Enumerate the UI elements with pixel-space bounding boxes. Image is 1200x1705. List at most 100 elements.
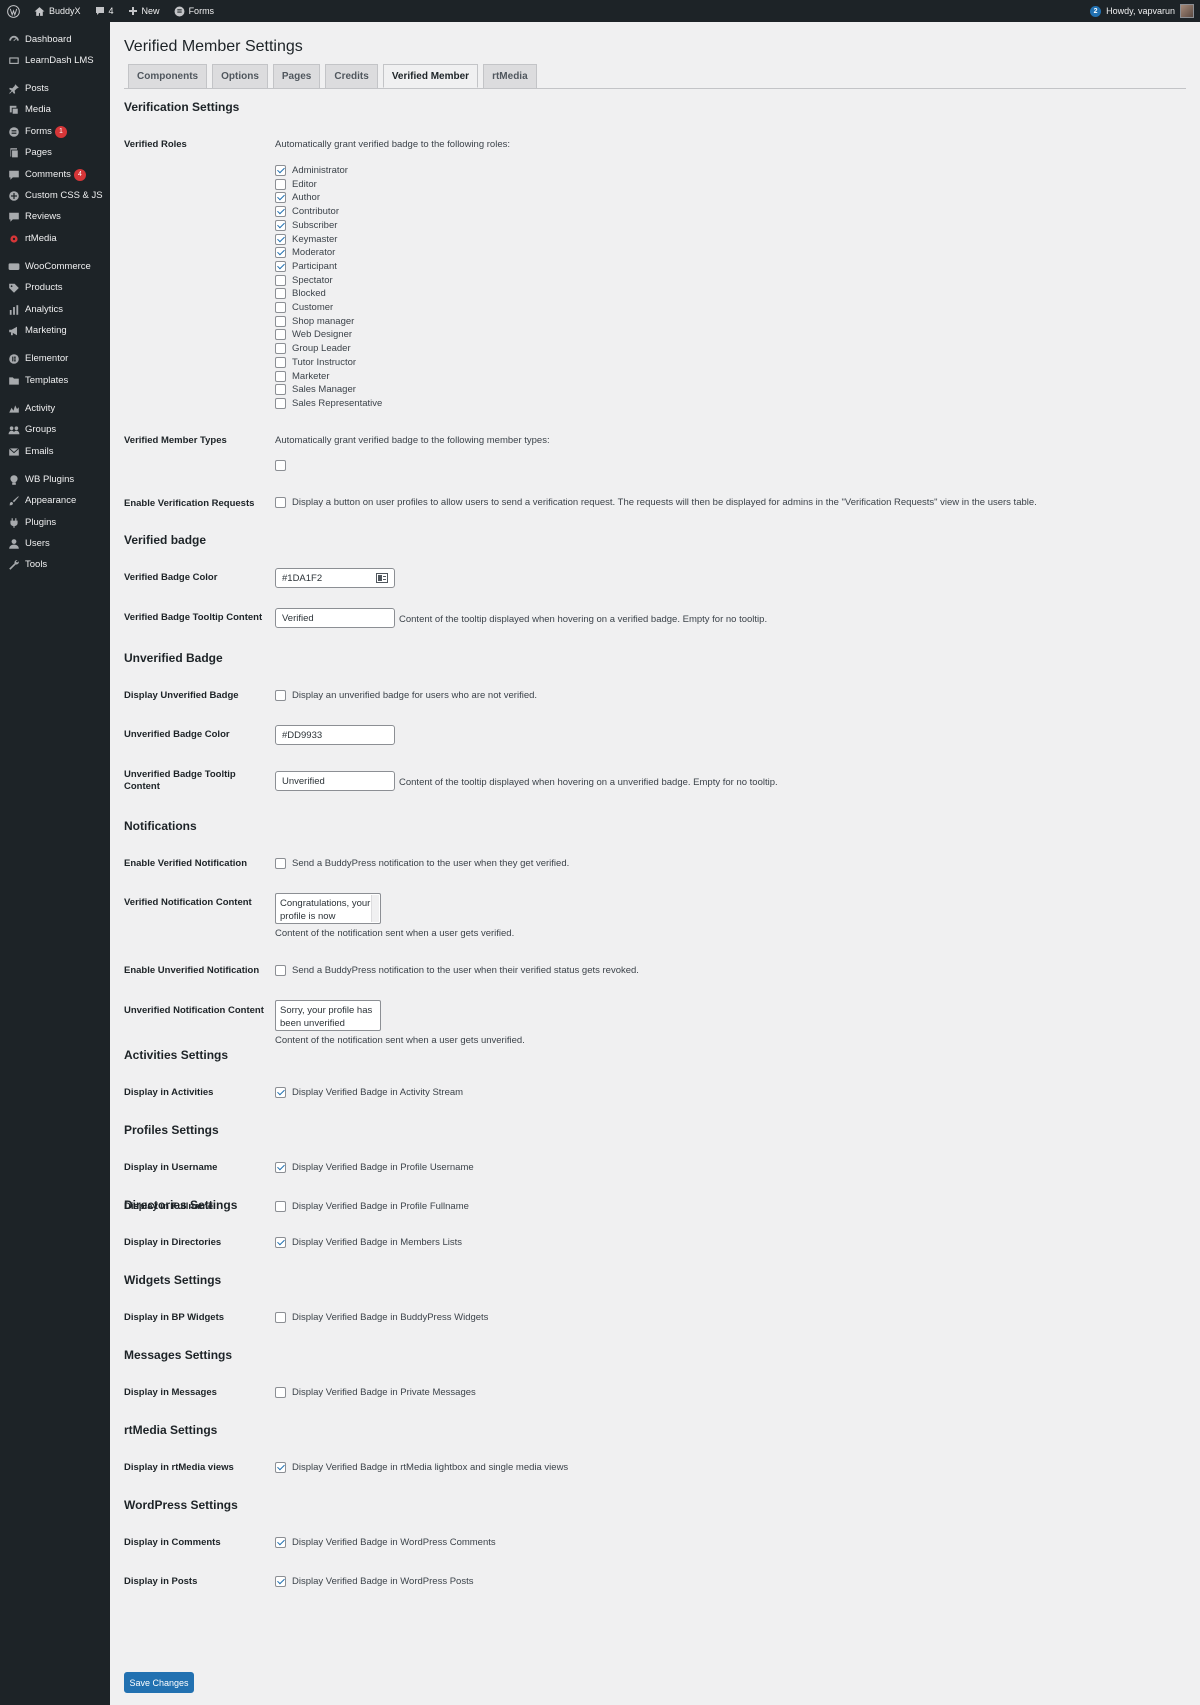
role-checkbox[interactable] — [275, 165, 286, 176]
sidebar-item-pages[interactable]: Pages — [0, 141, 110, 164]
textarea-scrollbar[interactable] — [371, 895, 379, 922]
setting-checkbox[interactable] — [275, 1312, 286, 1323]
sidebar-item-templates[interactable]: Templates — [0, 369, 110, 392]
setting-checkbox[interactable] — [275, 1162, 286, 1173]
sidebar-item-label: Products — [25, 282, 63, 293]
sidebar-item-forms[interactable]: Forms 1 — [0, 120, 110, 143]
role-checkbox[interactable] — [275, 302, 286, 313]
new-content-link[interactable]: New — [121, 0, 167, 22]
tab-pages[interactable]: Pages — [272, 64, 321, 88]
sidebar-item-reviews[interactable]: Reviews — [0, 205, 110, 228]
setting-checkbox[interactable] — [275, 1387, 286, 1398]
sidebar-item-label: rtMedia — [25, 233, 57, 244]
setting-description: Display Verified Badge in Profile Fullna… — [292, 1201, 469, 1212]
sidebar-item-learndash-lms[interactable]: LearnDash LMS — [0, 49, 110, 72]
role-checkbox[interactable] — [275, 343, 286, 355]
member-type-checkbox[interactable] — [275, 460, 286, 471]
role-checkbox[interactable] — [275, 397, 286, 409]
tab-options[interactable]: Options — [212, 64, 268, 88]
unverified-badge-color-value: #DD9933 — [282, 729, 323, 741]
save-changes-button[interactable]: Save Changes — [124, 1672, 194, 1693]
sidebar-item-label: Dashboard — [25, 34, 72, 45]
admin-sidebar: Dashboard LearnDash LMS Posts Media Forms 1 Pa… — [0, 22, 110, 1705]
role-checkbox[interactable] — [275, 206, 286, 218]
unverified-badge-tooltip-input[interactable]: Unverified — [275, 771, 395, 791]
site-name-link[interactable]: BuddyX — [27, 0, 88, 22]
role-option: Participant — [275, 260, 337, 272]
role-checkbox[interactable] — [275, 274, 286, 286]
wordpress-logo-button[interactable] — [0, 0, 27, 22]
role-option: Group Leader — [275, 343, 351, 355]
setting-checkbox[interactable] — [275, 1576, 286, 1587]
sidebar-item-wb-plugins[interactable]: WB Plugins — [0, 468, 110, 491]
sidebar-item-custom-css-js[interactable]: Custom CSS & JS — [0, 184, 110, 207]
howdy-user-link[interactable]: Howdy, vapvarun — [1106, 6, 1175, 16]
tab-rtmedia[interactable]: rtMedia — [483, 64, 537, 88]
setting-checkbox[interactable] — [275, 1237, 286, 1248]
sidebar-item-analytics[interactable]: Analytics — [0, 298, 110, 321]
setting-checkbox[interactable] — [275, 1087, 286, 1098]
sidebar-item-products[interactable]: Products — [0, 276, 110, 299]
role-checkbox[interactable] — [275, 356, 286, 368]
sidebar-item-label: Tools — [25, 559, 48, 570]
forms-icon — [174, 6, 185, 16]
sidebar-item-elementor[interactable]: Elementor — [0, 347, 110, 370]
verified-notification-content-label: Verified Notification Content — [124, 897, 252, 908]
section-heading: Activities Settings — [124, 1048, 229, 1062]
role-checkbox[interactable] — [275, 178, 286, 190]
setting-option-row: Display Verified Badge in Profile Userna… — [275, 1162, 474, 1173]
comments-link[interactable]: 4 — [88, 0, 121, 22]
verified-badge-color-value: #1DA1F2 — [282, 572, 323, 584]
tab-credits[interactable]: Credits — [325, 64, 378, 88]
sidebar-item-plugins[interactable]: Plugins — [0, 511, 110, 534]
sidebar-item-woocommerce[interactable]: WooCommerce — [0, 255, 110, 278]
setting-checkbox[interactable] — [275, 1462, 286, 1473]
setting-description: Display Verified Badge in WordPress Comm… — [292, 1537, 496, 1548]
role-checkbox[interactable] — [275, 192, 286, 204]
unverified-badge-color-input[interactable]: #DD9933 — [275, 725, 395, 745]
enable-verified-notification-checkbox[interactable] — [275, 858, 286, 869]
sidebar-item-label: WB Plugins — [25, 474, 75, 485]
sidebar-item-badge: 4 — [73, 168, 86, 181]
sidebar-item-groups[interactable]: Groups — [0, 418, 110, 441]
tab-verified-member[interactable]: Verified Member — [382, 64, 479, 88]
notification-count[interactable]: 2 — [1090, 5, 1102, 17]
sidebar-item-rtmedia[interactable]: rtMedia — [0, 227, 110, 250]
sidebar-item-posts[interactable]: Posts — [0, 77, 110, 100]
display-unverified-badge-checkbox[interactable] — [275, 690, 286, 701]
unverified-notification-content-textarea[interactable]: Sorry, your profile has been unverified — [275, 1000, 381, 1031]
sidebar-item-comments[interactable]: Comments 4 — [0, 163, 110, 186]
role-checkbox[interactable] — [275, 247, 286, 259]
new-label: New — [141, 6, 160, 16]
forms-link[interactable]: Forms — [167, 0, 222, 22]
avatar[interactable] — [1180, 4, 1194, 18]
role-option: Spectator — [275, 274, 333, 286]
section-heading: Messages Settings — [124, 1348, 233, 1362]
verified-badge-tooltip-input[interactable]: Verified — [275, 608, 395, 628]
role-checkbox[interactable] — [275, 219, 286, 231]
role-checkbox[interactable] — [275, 288, 286, 300]
sidebar-item-activity[interactable]: Activity — [0, 397, 110, 420]
role-checkbox[interactable] — [275, 260, 286, 272]
role-checkbox[interactable] — [275, 329, 286, 341]
role-checkbox[interactable] — [275, 233, 286, 245]
sidebar-item-emails[interactable]: Emails — [0, 440, 110, 463]
setting-checkbox[interactable] — [275, 1537, 286, 1548]
enable-unverified-notification-checkbox[interactable] — [275, 965, 286, 976]
role-checkbox[interactable] — [275, 370, 286, 382]
enable-verification-requests-checkbox[interactable] — [275, 497, 286, 508]
role-checkbox[interactable] — [275, 384, 286, 396]
role-checkbox[interactable] — [275, 315, 286, 327]
setting-checkbox[interactable] — [275, 1201, 286, 1212]
sidebar-item-tools[interactable]: Tools — [0, 553, 110, 576]
sidebar-item-appearance[interactable]: Appearance — [0, 489, 110, 512]
sidebar-item-media[interactable]: Media — [0, 98, 110, 121]
sidebar-item-marketing[interactable]: Marketing — [0, 319, 110, 342]
role-option: Customer — [275, 302, 333, 313]
sidebar-item-dashboard[interactable]: Dashboard — [0, 28, 110, 51]
verified-badge-color-input[interactable]: #1DA1F2 — [275, 568, 395, 588]
verified-badge-tooltip-value: Verified — [282, 612, 314, 624]
verified-notification-content-textarea[interactable]: Congratulations, your profile is now — [275, 893, 381, 924]
tab-components[interactable]: Components — [128, 64, 208, 88]
sidebar-item-users[interactable]: Users — [0, 532, 110, 555]
